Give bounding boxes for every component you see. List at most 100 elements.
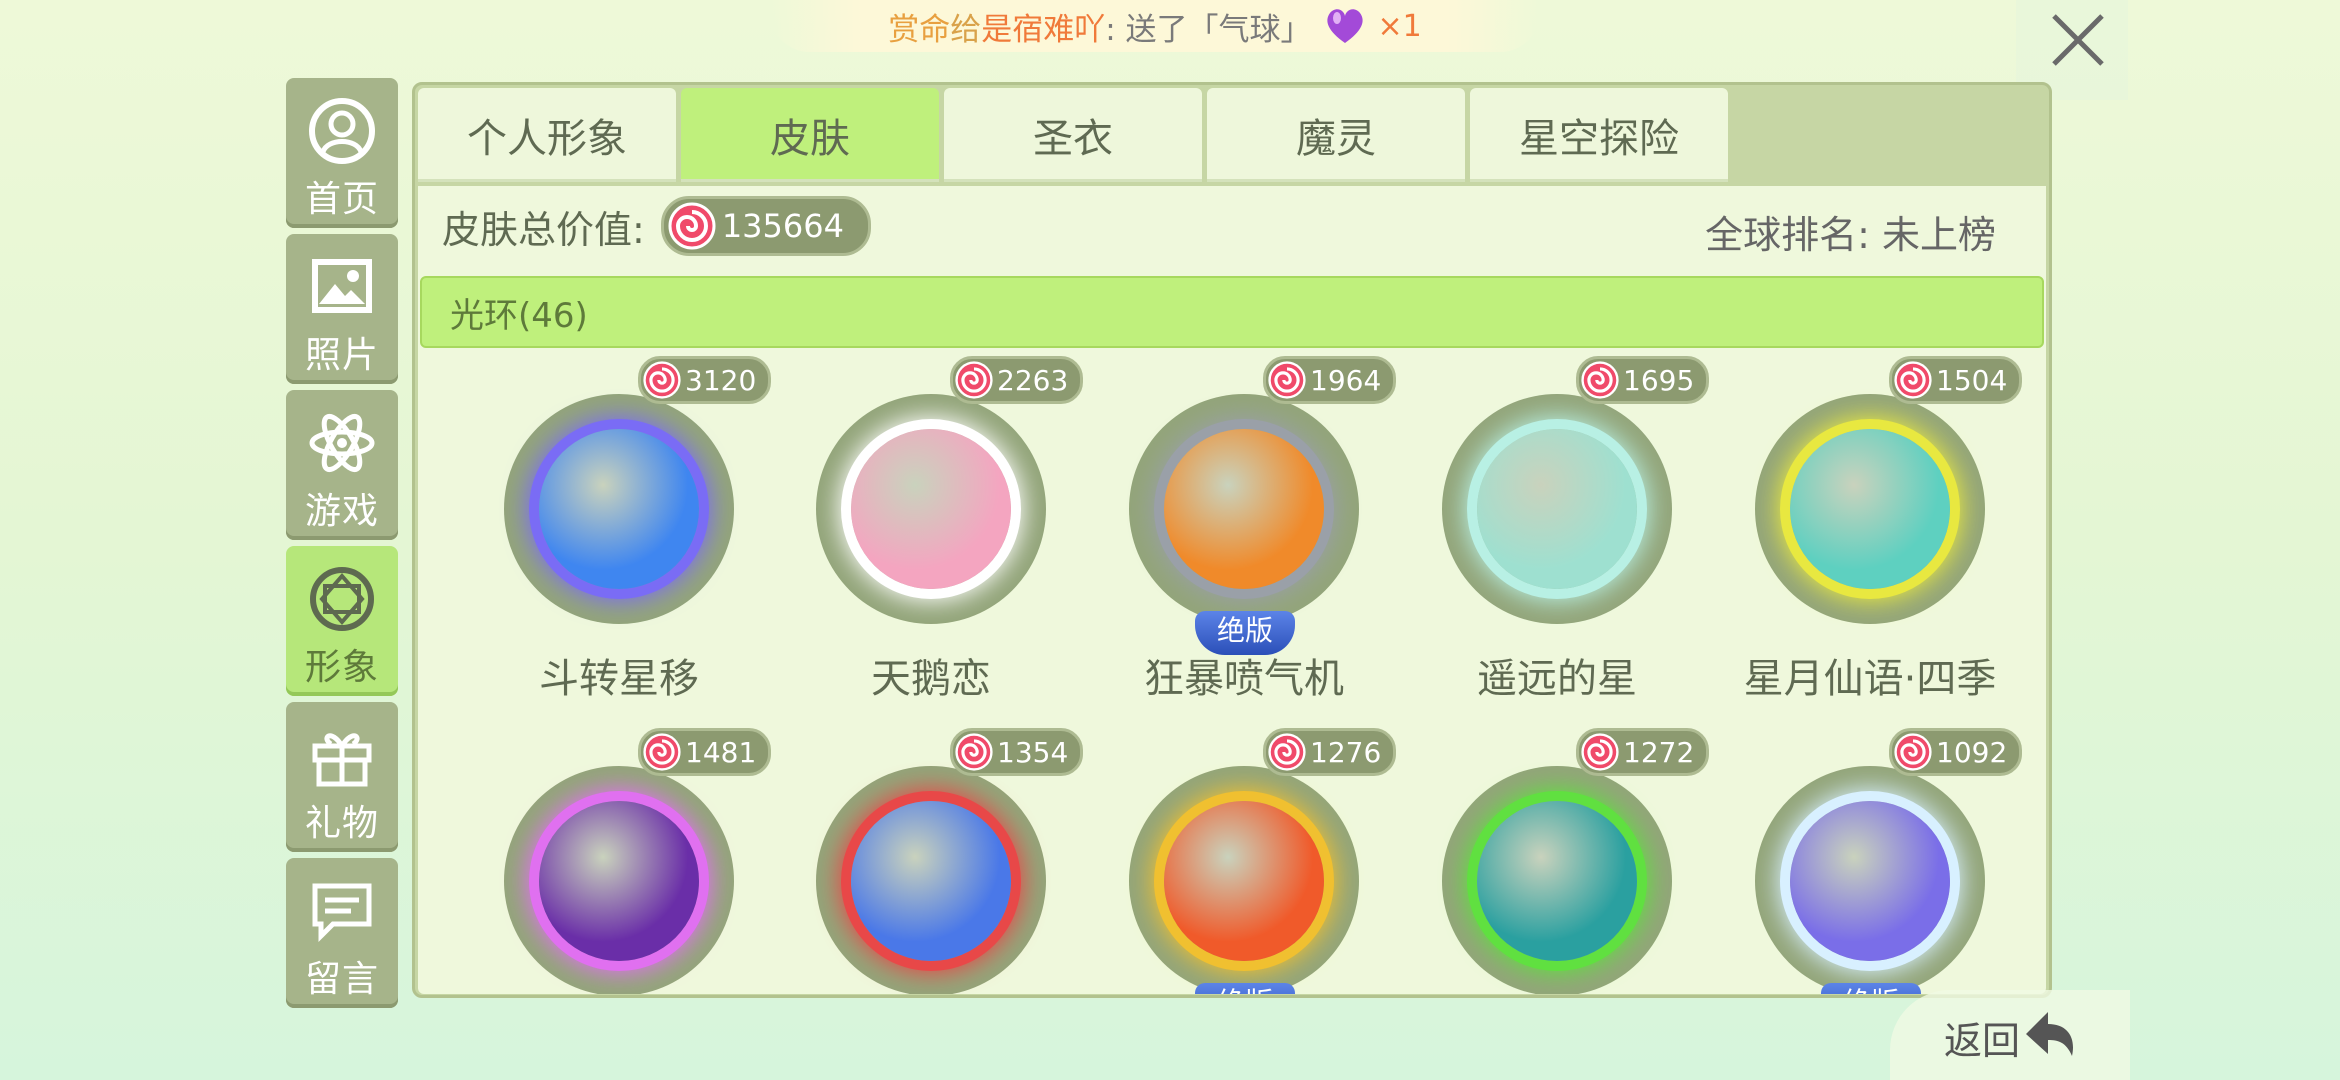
skin-item-card[interactable]: 1481 [456, 728, 772, 994]
item-name: 星月仙语·四季 [1743, 656, 1997, 702]
candy-icon [1268, 361, 1306, 399]
skin-ring-frame [816, 766, 1046, 994]
atom-icon [309, 413, 375, 473]
skin-ring-frame [504, 394, 734, 624]
aura-preview-image [539, 429, 699, 589]
candy-icon [955, 361, 993, 399]
aura-preview-image [1477, 801, 1637, 961]
skin-item-card[interactable]: 1276 绝版 [1081, 728, 1397, 994]
candy-icon [955, 733, 993, 771]
tab-spirit[interactable]: 魔灵 [1207, 88, 1465, 182]
back-arrow-icon [2026, 1012, 2073, 1056]
aura-preview-image [1164, 801, 1324, 961]
sidebar-item-photos[interactable]: 照片 [286, 234, 398, 384]
skin-item-card[interactable]: 2263 天鹅恋 [768, 356, 1084, 716]
photo-icon [312, 259, 372, 313]
item-name: 天鹅恋 [871, 656, 991, 702]
sidebar-item-games[interactable]: 游戏 [286, 390, 398, 540]
aura-preview-image [539, 801, 699, 961]
item-price-value: 1092 [1936, 735, 2008, 769]
skin-total-number: 135664 [721, 207, 844, 245]
skin-ring-frame [1129, 394, 1359, 624]
item-price-value: 3120 [685, 363, 757, 397]
close-icon [2052, 14, 2104, 66]
candy-icon [643, 733, 681, 771]
tab-bar: 个人形象 皮肤 圣衣 魔灵 星空探险 [418, 88, 1733, 184]
item-price: 2263 [950, 356, 1084, 404]
candy-icon [1581, 361, 1619, 399]
back-label: 返回 [1944, 1019, 2021, 1063]
skin-item-card[interactable]: 1272 [1394, 728, 1710, 994]
notice-receiver: 是宿难吖 [981, 11, 1106, 48]
item-price-value: 1504 [1936, 363, 2008, 397]
tab-star-exploration[interactable]: 星空探险 [1470, 88, 1728, 182]
notice-to: 给 [950, 11, 982, 48]
sidebar-item-label: 留言 [304, 959, 379, 1000]
skin-total-value: 皮肤总价值: 135664 [442, 196, 871, 256]
item-name: 狂暴喷气机 [1144, 656, 1344, 702]
item-price: 1695 [1576, 356, 1710, 404]
skin-ring-frame [1755, 766, 1985, 994]
gift-icon [312, 733, 372, 787]
candy-icon [668, 202, 716, 250]
skin-item-card[interactable]: 1354 [768, 728, 1084, 994]
item-price-value: 1272 [1623, 735, 1695, 769]
aura-preview-image [851, 801, 1011, 961]
item-price: 1354 [950, 728, 1084, 776]
item-price: 1092 [1889, 728, 2023, 776]
sidebar-item-messages[interactable]: 留言 [286, 858, 398, 1008]
item-price: 1504 [1889, 356, 2023, 404]
item-price: 3120 [638, 356, 772, 404]
sidebar-item-label: 形象 [304, 647, 379, 688]
item-price-value: 1695 [1623, 363, 1695, 397]
skin-content: 皮肤总价值: 135664 全球排名: 未上榜 光环(46) 3120 斗转星移 2… [418, 186, 2046, 994]
category-header[interactable]: 光环(46) [420, 276, 2044, 348]
skin-item-card[interactable]: 1092 绝版 [1707, 728, 2023, 994]
tab-skins[interactable]: 皮肤 [681, 88, 939, 182]
message-icon [312, 883, 372, 943]
sidebar-item-label: 礼物 [304, 803, 379, 844]
skin-ring-frame [504, 766, 734, 994]
skin-total-label: 皮肤总价值: [442, 207, 645, 252]
aura-preview-image [1164, 429, 1324, 589]
tab-holy-clothes[interactable]: 圣衣 [944, 88, 1202, 182]
item-price-value: 1276 [1310, 735, 1382, 769]
diamond-icon [310, 567, 374, 631]
skin-item-card[interactable]: 1695 遥远的星 [1394, 356, 1710, 716]
candy-icon [1894, 361, 1932, 399]
sidebar-item-appearance[interactable]: 形象 [286, 546, 398, 696]
notice-sender: 赏命 [888, 11, 951, 48]
sidebar-item-label: 照片 [304, 335, 379, 376]
sidebar-item-label: 游戏 [304, 491, 379, 532]
aura-preview-image [1790, 801, 1950, 961]
item-price-value: 1964 [1310, 363, 1382, 397]
item-price: 1964 [1263, 356, 1397, 404]
candy-icon [1894, 733, 1932, 771]
candy-icon [1581, 733, 1619, 771]
purple-heart-balloon-icon [1326, 9, 1363, 43]
tab-personal-image[interactable]: 个人形象 [418, 88, 676, 182]
notice-count: ×1 [1377, 8, 1422, 44]
skin-item-card[interactable]: 1964 绝版 狂暴喷气机 [1081, 356, 1397, 716]
sidebar-item-label: 首页 [304, 179, 379, 220]
skin-ring-frame [1129, 766, 1359, 994]
back-button[interactable]: 返回 [1890, 990, 2130, 1080]
skin-item-card[interactable]: 3120 斗转星移 [456, 356, 772, 716]
item-name: 遥远的星 [1477, 656, 1637, 702]
item-price: 1481 [638, 728, 772, 776]
item-price-value: 2263 [997, 363, 1069, 397]
skin-ring-frame [1442, 766, 1672, 994]
item-name: 斗转星移 [539, 656, 699, 702]
global-rank: 全球排名: 未上榜 [1705, 213, 1996, 257]
skin-item-card[interactable]: 1504 星月仙语·四季 [1707, 356, 2023, 716]
sidebar-item-gifts[interactable]: 礼物 [286, 702, 398, 852]
item-price: 1272 [1576, 728, 1710, 776]
limited-edition-badge: 绝版 [1821, 983, 1921, 994]
item-price-value: 1481 [685, 735, 757, 769]
candy-icon [643, 361, 681, 399]
sidebar-item-home[interactable]: 首页 [286, 78, 398, 228]
limited-edition-badge: 绝版 [1195, 983, 1295, 994]
item-price: 1276 [1263, 728, 1397, 776]
gift-notice-banner: 赏命 给 是宿难吖 : 送了「气球」 ×1 [770, 0, 1540, 52]
skin-ring-frame [816, 394, 1046, 624]
